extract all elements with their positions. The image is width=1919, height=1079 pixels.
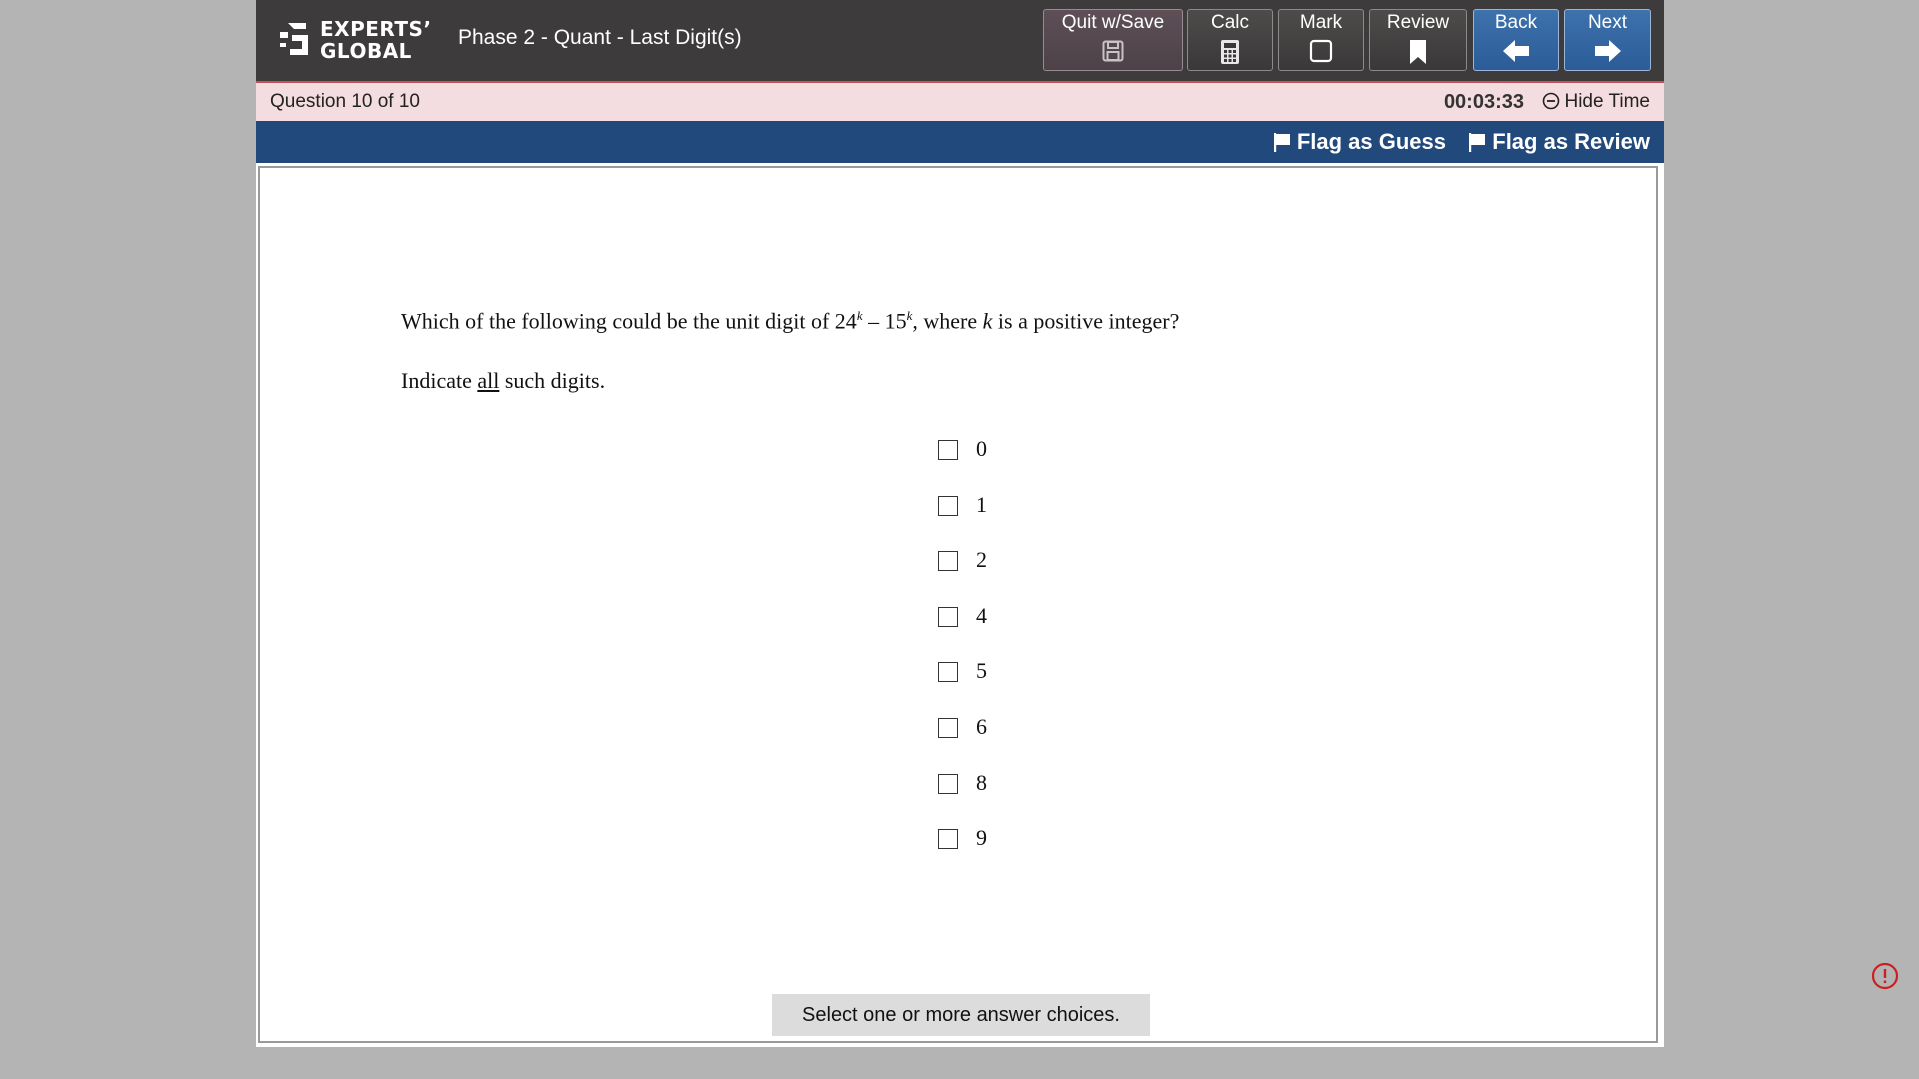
calc-button[interactable]: Calc bbox=[1187, 9, 1273, 71]
flag-as-guess-label: Flag as Guess bbox=[1296, 129, 1446, 154]
logo-line-2: GLOBAL bbox=[320, 39, 412, 63]
answer-choice-value: 4 bbox=[976, 603, 987, 628]
arrow-right-icon bbox=[1594, 40, 1621, 62]
next-button[interactable]: Next bbox=[1564, 9, 1651, 71]
flag-as-review-label: Flag as Review bbox=[1492, 129, 1650, 154]
answer-checkbox[interactable] bbox=[938, 662, 958, 682]
select-answer-message: Select one or more answer choices. bbox=[772, 994, 1150, 1036]
arrow-left-icon bbox=[1503, 40, 1529, 62]
instruction-pre: Indicate bbox=[401, 368, 478, 393]
flag-icon bbox=[1273, 133, 1290, 152]
answer-choice-value: 1 bbox=[976, 492, 987, 517]
save-icon bbox=[1102, 40, 1124, 62]
answer-checkbox[interactable] bbox=[938, 496, 958, 516]
mark-label: Mark bbox=[1299, 12, 1343, 33]
quit-save-button[interactable]: Quit w/Save bbox=[1043, 9, 1183, 71]
alert-circle-icon[interactable] bbox=[1871, 962, 1899, 990]
answer-choice-value: 9 bbox=[976, 825, 987, 850]
answer-checkbox[interactable] bbox=[938, 551, 958, 571]
answer-checkbox[interactable] bbox=[938, 718, 958, 738]
question-text-suffix: is a positive integer? bbox=[992, 308, 1180, 334]
question-text-middle: , where bbox=[912, 308, 983, 334]
flag-icon bbox=[1469, 133, 1486, 152]
variable-k: k bbox=[982, 308, 993, 334]
question-stem: Which of the following could be the unit… bbox=[401, 308, 1179, 334]
answer-choice-value: 6 bbox=[976, 714, 987, 739]
answer-choice-value: 5 bbox=[976, 658, 987, 683]
question-instruction: Indicate all such digits. bbox=[401, 368, 605, 394]
answer-checkbox[interactable] bbox=[938, 774, 958, 794]
question-counter: Question 10 of 10 bbox=[270, 91, 420, 113]
calculator-icon bbox=[1221, 40, 1239, 64]
exam-title: Phase 2 - Quant - Last Digit(s) bbox=[458, 26, 742, 49]
next-label: Next bbox=[1587, 12, 1628, 33]
question-text-prefix: Which of the following could be the unit… bbox=[401, 308, 857, 334]
review-label: Review bbox=[1386, 12, 1450, 33]
back-button[interactable]: Back bbox=[1473, 9, 1559, 71]
instruction-post: such digits. bbox=[499, 368, 606, 393]
answer-checkbox[interactable] bbox=[938, 440, 958, 460]
experts-global-logo: EXPERTS’ GLOBAL bbox=[276, 17, 431, 65]
logo-line-1: EXPERTS’ bbox=[320, 17, 432, 41]
hide-time-button[interactable]: Hide Time bbox=[1542, 91, 1650, 113]
bookmark-icon bbox=[1410, 40, 1426, 64]
flag-as-guess-button[interactable]: Flag as Guess bbox=[1273, 129, 1446, 155]
flag-as-review-button[interactable]: Flag as Review bbox=[1468, 129, 1650, 155]
answer-checkbox[interactable] bbox=[938, 607, 958, 627]
calc-label: Calc bbox=[1210, 12, 1249, 33]
question-counter-value: 10 of 10 bbox=[351, 91, 420, 112]
top-toolbar: EXPERTS’ GLOBAL Phase 2 - Quant - Last D… bbox=[256, 0, 1664, 83]
answer-checkbox[interactable] bbox=[938, 829, 958, 849]
test-window: EXPERTS’ GLOBAL Phase 2 - Quant - Last D… bbox=[256, 0, 1664, 1047]
logo-mark-icon bbox=[280, 23, 308, 55]
review-button[interactable]: Review bbox=[1369, 9, 1467, 71]
flag-bar: Flag as Guess Flag as Review bbox=[256, 121, 1664, 163]
answer-choice-value: 8 bbox=[976, 770, 987, 795]
answer-choice-value: 2 bbox=[976, 547, 987, 572]
question-counter-label: Question bbox=[270, 91, 347, 112]
mark-button[interactable]: Mark bbox=[1278, 9, 1364, 71]
minus-circle-icon bbox=[1543, 92, 1560, 110]
hide-time-label: Hide Time bbox=[1564, 91, 1650, 112]
answer-choice-value: 0 bbox=[976, 436, 987, 461]
timer: 00:03:33 bbox=[1443, 91, 1524, 113]
question-status-bar: Question 10 of 10 00:03:33 Hide Time bbox=[256, 83, 1664, 121]
instruction-emphasis: all bbox=[477, 368, 500, 393]
question-text-mid: – 15 bbox=[862, 308, 907, 334]
question-panel: Which of the following could be the unit… bbox=[258, 166, 1658, 1043]
logo-text: EXPERTS’ GLOBAL bbox=[320, 18, 432, 62]
quit-save-label: Quit w/Save bbox=[1061, 12, 1165, 33]
mark-checkbox-icon bbox=[1309, 39, 1333, 63]
back-label: Back bbox=[1494, 12, 1538, 33]
